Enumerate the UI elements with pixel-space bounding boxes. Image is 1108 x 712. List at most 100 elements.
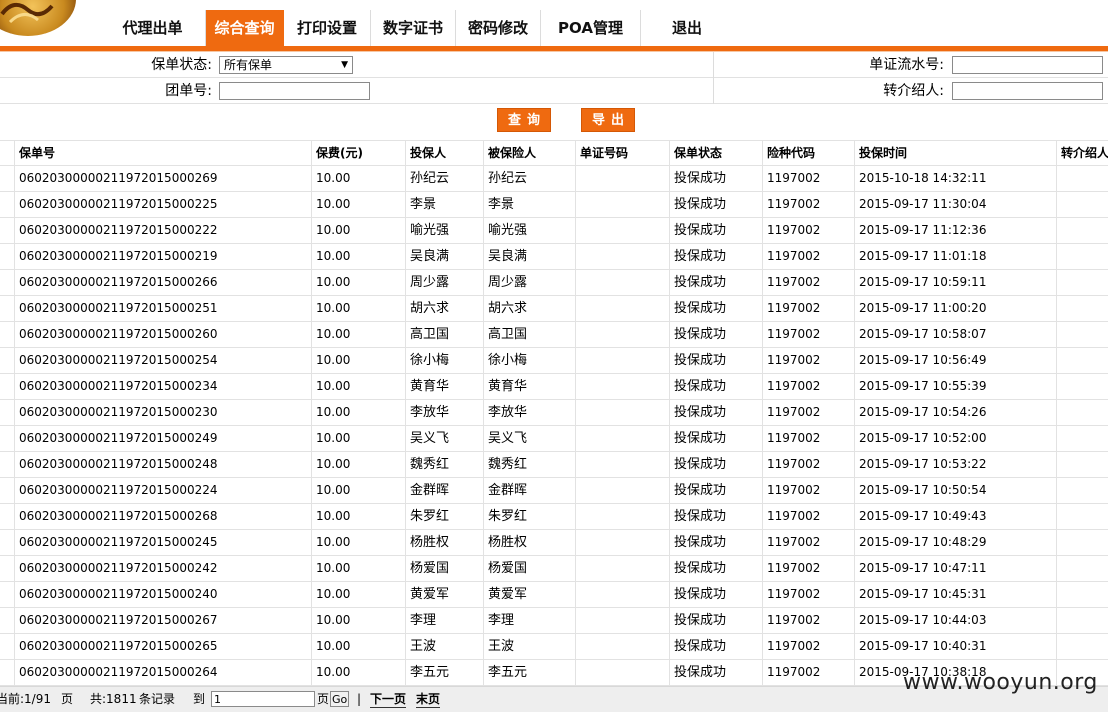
policy-status-select[interactable]: 所有保单 ▼ [219, 56, 353, 74]
last-page-link[interactable]: 末页 [416, 691, 441, 708]
export-button[interactable]: 导出 [581, 108, 635, 132]
goto-label: 到 [193, 692, 206, 706]
action-buttons: 查询 导出 [0, 104, 1108, 140]
go-button[interactable]: Go [330, 691, 350, 707]
cell-apply-time: 2015-09-17 10:44:03 [854, 608, 1056, 633]
cell-apply-time: 2015-09-17 11:12:36 [854, 218, 1056, 243]
nav-poa-management[interactable]: POA管理 [541, 10, 641, 46]
current-page-text: 当前:1/91 [0, 692, 51, 706]
cell-applicant: 杨爱国 [405, 556, 483, 581]
table-row[interactable]: 06020300000211972015000240 10.00 黄爱军 黄爱军 投保成… [0, 582, 1108, 608]
table-row[interactable]: 06020300000211972015000234 10.00 黄育华 黄育华 投保成… [0, 374, 1108, 400]
cell-insured: 吴良满 [483, 244, 575, 269]
cell-product-code: 1197002 [762, 634, 854, 659]
cell-policy-number: 06020300000211972015000260 [14, 322, 311, 347]
query-button[interactable]: 查询 [497, 108, 551, 132]
table-row[interactable]: 06020300000211972015000224 10.00 金群晖 金群晖 投保成… [0, 478, 1108, 504]
nav-general-query[interactable]: 综合查询 [206, 10, 284, 46]
column-header-insured: 被保险人 [483, 141, 575, 166]
cell-referrer [1056, 374, 1108, 399]
table-row[interactable]: 06020300000211972015000225 10.00 李景 李景 投保成功 1… [0, 192, 1108, 218]
column-header-policy-number: 保单号 [14, 141, 311, 166]
cell-certificate-number [575, 322, 669, 347]
referrer-label: 转介绍人: [883, 83, 944, 99]
table-row[interactable]: 06020300000211972015000267 10.00 李理 李理 投保成功 1… [0, 608, 1108, 634]
table-row[interactable]: 06020300000211972015000266 10.00 周少露 周少露 投保成… [0, 270, 1108, 296]
table-row[interactable]: 06020300000211972015000268 10.00 朱罗红 朱罗红 投保成… [0, 504, 1108, 530]
cell-applicant: 李理 [405, 608, 483, 633]
cell-apply-time: 2015-09-17 10:55:39 [854, 374, 1056, 399]
cell-premium: 10.00 [311, 530, 405, 555]
cell-applicant: 朱罗红 [405, 504, 483, 529]
cell-product-code: 1197002 [762, 452, 854, 477]
table-row[interactable]: 06020300000211972015000249 10.00 吴义飞 吴义飞 投保成… [0, 426, 1108, 452]
cell-premium: 10.00 [311, 452, 405, 477]
filter-form: 保单状态: 所有保单 ▼ 单证流水号: 团单号: 转介绍人: [0, 52, 1108, 104]
next-page-link[interactable]: 下一页 [370, 691, 407, 708]
cell-applicant: 吴良满 [405, 244, 483, 269]
cell-referrer [1056, 634, 1108, 659]
nav-change-password[interactable]: 密码修改 [456, 10, 541, 46]
table-row[interactable]: 06020300000211972015000230 10.00 李放华 李放华 投保成… [0, 400, 1108, 426]
cell-applicant: 李景 [405, 192, 483, 217]
cell-product-code: 1197002 [762, 244, 854, 269]
cell-policy-status: 投保成功 [669, 660, 762, 685]
total-records-text: 共:1811 [90, 692, 137, 706]
column-header-certificate-number: 单证号码 [575, 141, 669, 166]
table-row[interactable]: 06020300000211972015000242 10.00 杨爱国 杨爱国 投保成… [0, 556, 1108, 582]
cell-policy-number: 06020300000211972015000225 [14, 192, 311, 217]
table-row[interactable]: 06020300000211972015000260 10.00 高卫国 高卫国 投保成… [0, 322, 1108, 348]
filter-row-1: 保单状态: 所有保单 ▼ 单证流水号: [0, 52, 1108, 78]
header: 代理出单 综合查询 打印设置 数字证书 密码修改 POA管理 退出 [0, 0, 1108, 52]
nav-print-settings[interactable]: 打印设置 [284, 10, 371, 46]
cell-insured: 李景 [483, 192, 575, 217]
cell-premium: 10.00 [311, 218, 405, 243]
serial-number-input[interactable] [952, 56, 1103, 74]
cell-premium: 10.00 [311, 348, 405, 373]
table-row[interactable]: 06020300000211972015000245 10.00 杨胜权 杨胜权 投保成… [0, 530, 1108, 556]
table-row[interactable]: 06020300000211972015000219 10.00 吴良满 吴良满 投保成… [0, 244, 1108, 270]
cell-premium: 10.00 [311, 192, 405, 217]
cell-policy-status: 投保成功 [669, 192, 762, 217]
group-number-input[interactable] [219, 82, 370, 100]
table-row[interactable]: 06020300000211972015000248 10.00 魏秀红 魏秀红 投保成… [0, 452, 1108, 478]
cell-referrer [1056, 192, 1108, 217]
cell-product-code: 1197002 [762, 296, 854, 321]
cell-certificate-number [575, 556, 669, 581]
cell-premium: 10.00 [311, 374, 405, 399]
cell-policy-status: 投保成功 [669, 348, 762, 373]
cell-applicant: 杨胜权 [405, 530, 483, 555]
cell-premium: 10.00 [311, 478, 405, 503]
goto-page-input[interactable]: 1 [211, 691, 315, 707]
watermark: www.wooyun.org [903, 670, 1098, 695]
cell-policy-status: 投保成功 [669, 582, 762, 607]
cell-apply-time: 2015-09-17 10:58:07 [854, 322, 1056, 347]
cell-certificate-number [575, 582, 669, 607]
cell-premium: 10.00 [311, 322, 405, 347]
cell-insured: 杨胜权 [483, 530, 575, 555]
page-unit-text: 页 [61, 692, 74, 706]
cell-applicant: 黄育华 [405, 374, 483, 399]
referrer-input[interactable] [952, 82, 1103, 100]
table-row[interactable]: 06020300000211972015000254 10.00 徐小梅 徐小梅 投保成… [0, 348, 1108, 374]
table-row[interactable]: 06020300000211972015000251 10.00 胡六求 胡六求 投保成… [0, 296, 1108, 322]
nav-agent-issue[interactable]: 代理出单 [100, 10, 206, 46]
cell-policy-status: 投保成功 [669, 556, 762, 581]
cell-referrer [1056, 426, 1108, 451]
cell-referrer [1056, 218, 1108, 243]
column-header-product-code: 险种代码 [762, 141, 854, 166]
table-row[interactable]: 06020300000211972015000265 10.00 王波 王波 投保成功 1… [0, 634, 1108, 660]
table-row[interactable]: 06020300000211972015000222 10.00 喻光强 喻光强 投保成… [0, 218, 1108, 244]
cell-product-code: 1197002 [762, 660, 854, 685]
cell-insured: 李五元 [483, 660, 575, 685]
serial-number-label: 单证流水号: [869, 57, 944, 73]
nav-digital-certificate[interactable]: 数字证书 [371, 10, 456, 46]
table-row[interactable]: 06020300000211972015000269 10.00 孙纪云 孙纪云 投保成… [0, 166, 1108, 192]
cell-product-code: 1197002 [762, 608, 854, 633]
cell-certificate-number [575, 270, 669, 295]
nav-logout[interactable]: 退出 [641, 10, 733, 46]
cell-policy-number: 06020300000211972015000254 [14, 348, 311, 373]
cell-policy-status: 投保成功 [669, 322, 762, 347]
cell-insured: 王波 [483, 634, 575, 659]
cell-premium: 10.00 [311, 634, 405, 659]
